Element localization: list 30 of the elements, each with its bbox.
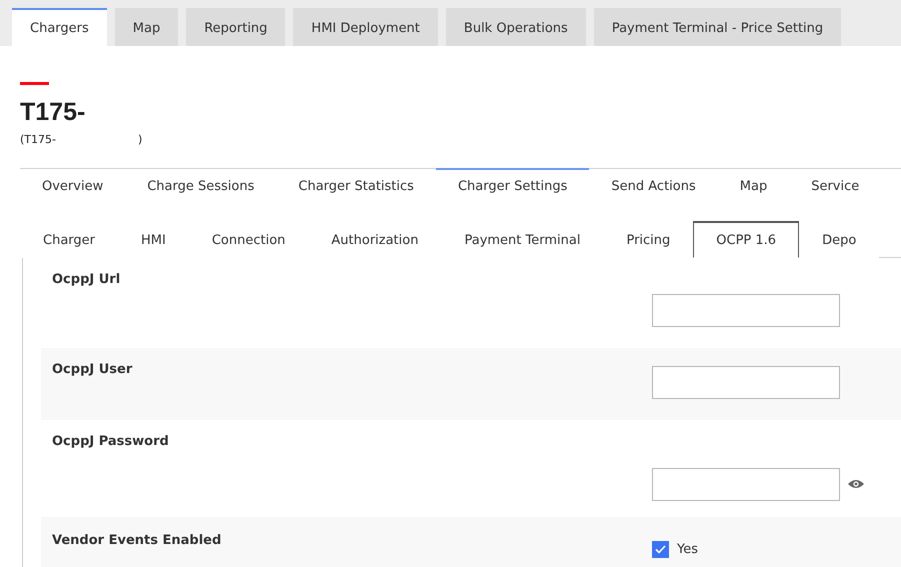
field-label: OcppJ Url <box>52 271 122 289</box>
section-tab[interactable]: Charger Settings <box>436 168 590 203</box>
nav-tab[interactable]: Payment Terminal - Price Setting <box>594 8 842 46</box>
field-label: OcppJ Password <box>52 433 170 451</box>
nav-tab[interactable]: Reporting <box>186 8 286 46</box>
section-tab[interactable]: Send Actions <box>589 168 718 203</box>
text-field[interactable] <box>652 294 840 327</box>
section-tab[interactable]: Charge Sessions <box>125 168 276 203</box>
charger-subtitle: (T175- <box>20 133 56 146</box>
field-label: OcppJ User <box>52 361 134 379</box>
section-tab[interactable]: Overview <box>20 168 126 203</box>
section-tab[interactable]: Map <box>718 168 790 203</box>
settings-tab[interactable]: Pricing <box>603 221 694 258</box>
nav-tab[interactable]: Bulk Operations <box>446 8 586 46</box>
show-password-icon[interactable] <box>848 479 864 489</box>
charger-subtitle-end: ) <box>138 133 142 146</box>
section-tab[interactable]: Charger Statistics <box>276 168 436 203</box>
section-tab[interactable]: Service <box>789 168 882 203</box>
charger-title: T175- <box>20 98 86 127</box>
checkbox[interactable] <box>652 540 669 558</box>
text-field[interactable] <box>652 366 840 399</box>
nav-tab[interactable]: Chargers <box>12 8 107 46</box>
nav-tab[interactable]: HMI Deployment <box>293 8 438 46</box>
field-label: Vendor Events Enabled <box>52 532 222 550</box>
nav-tab[interactable]: Map <box>114 8 178 46</box>
password-field[interactable] <box>652 468 840 500</box>
checkbox-label: Yes <box>677 542 698 556</box>
checkmark-icon <box>655 544 666 554</box>
settings-tab[interactable]: OCPP 1.6 <box>693 221 800 258</box>
accent-bar <box>20 82 49 85</box>
